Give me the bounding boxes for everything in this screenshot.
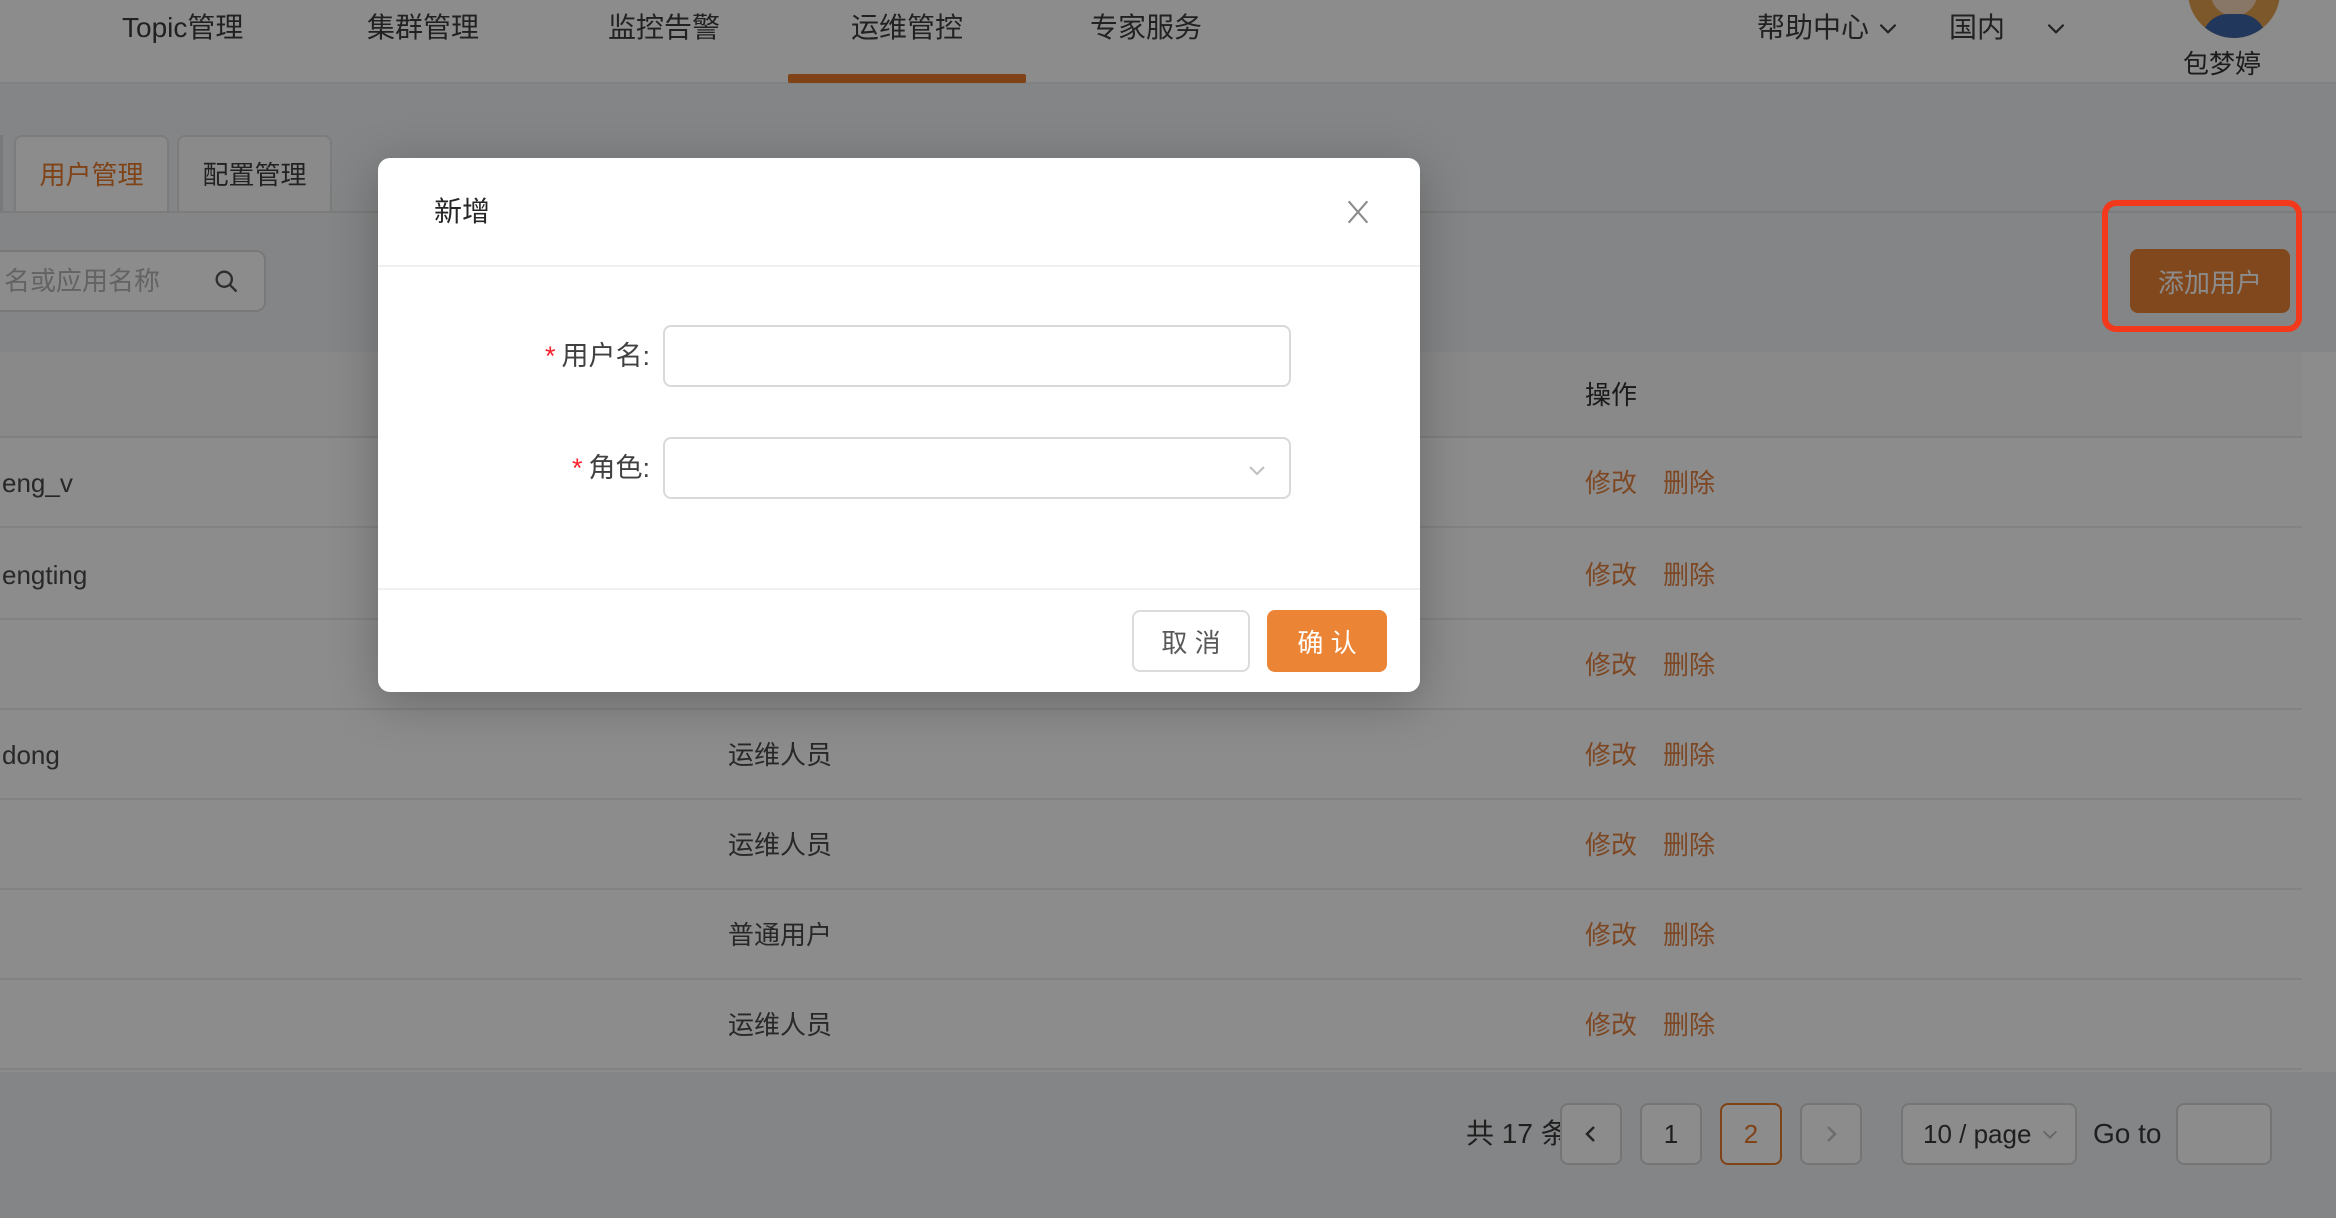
confirm-button[interactable]: 确 认 [1267,610,1387,672]
close-icon[interactable] [1342,196,1374,228]
annotation-highlight-box [2102,200,2302,332]
cancel-button[interactable]: 取 消 [1132,610,1250,672]
username-field[interactable] [663,325,1291,387]
modal-title: 新增 [434,158,490,265]
required-mark: * [572,453,583,483]
username-field-label: *用户名: [378,325,650,387]
role-select[interactable] [663,437,1291,499]
modal-header: 新增 [378,158,1420,267]
modal-footer-divider [378,588,1420,590]
required-mark: * [545,341,556,371]
chevron-down-icon [1245,458,1269,482]
add-user-modal: 新增 *用户名: *角色: 取 消 确 认 [378,158,1420,692]
role-field-label: *角色: [378,437,650,499]
